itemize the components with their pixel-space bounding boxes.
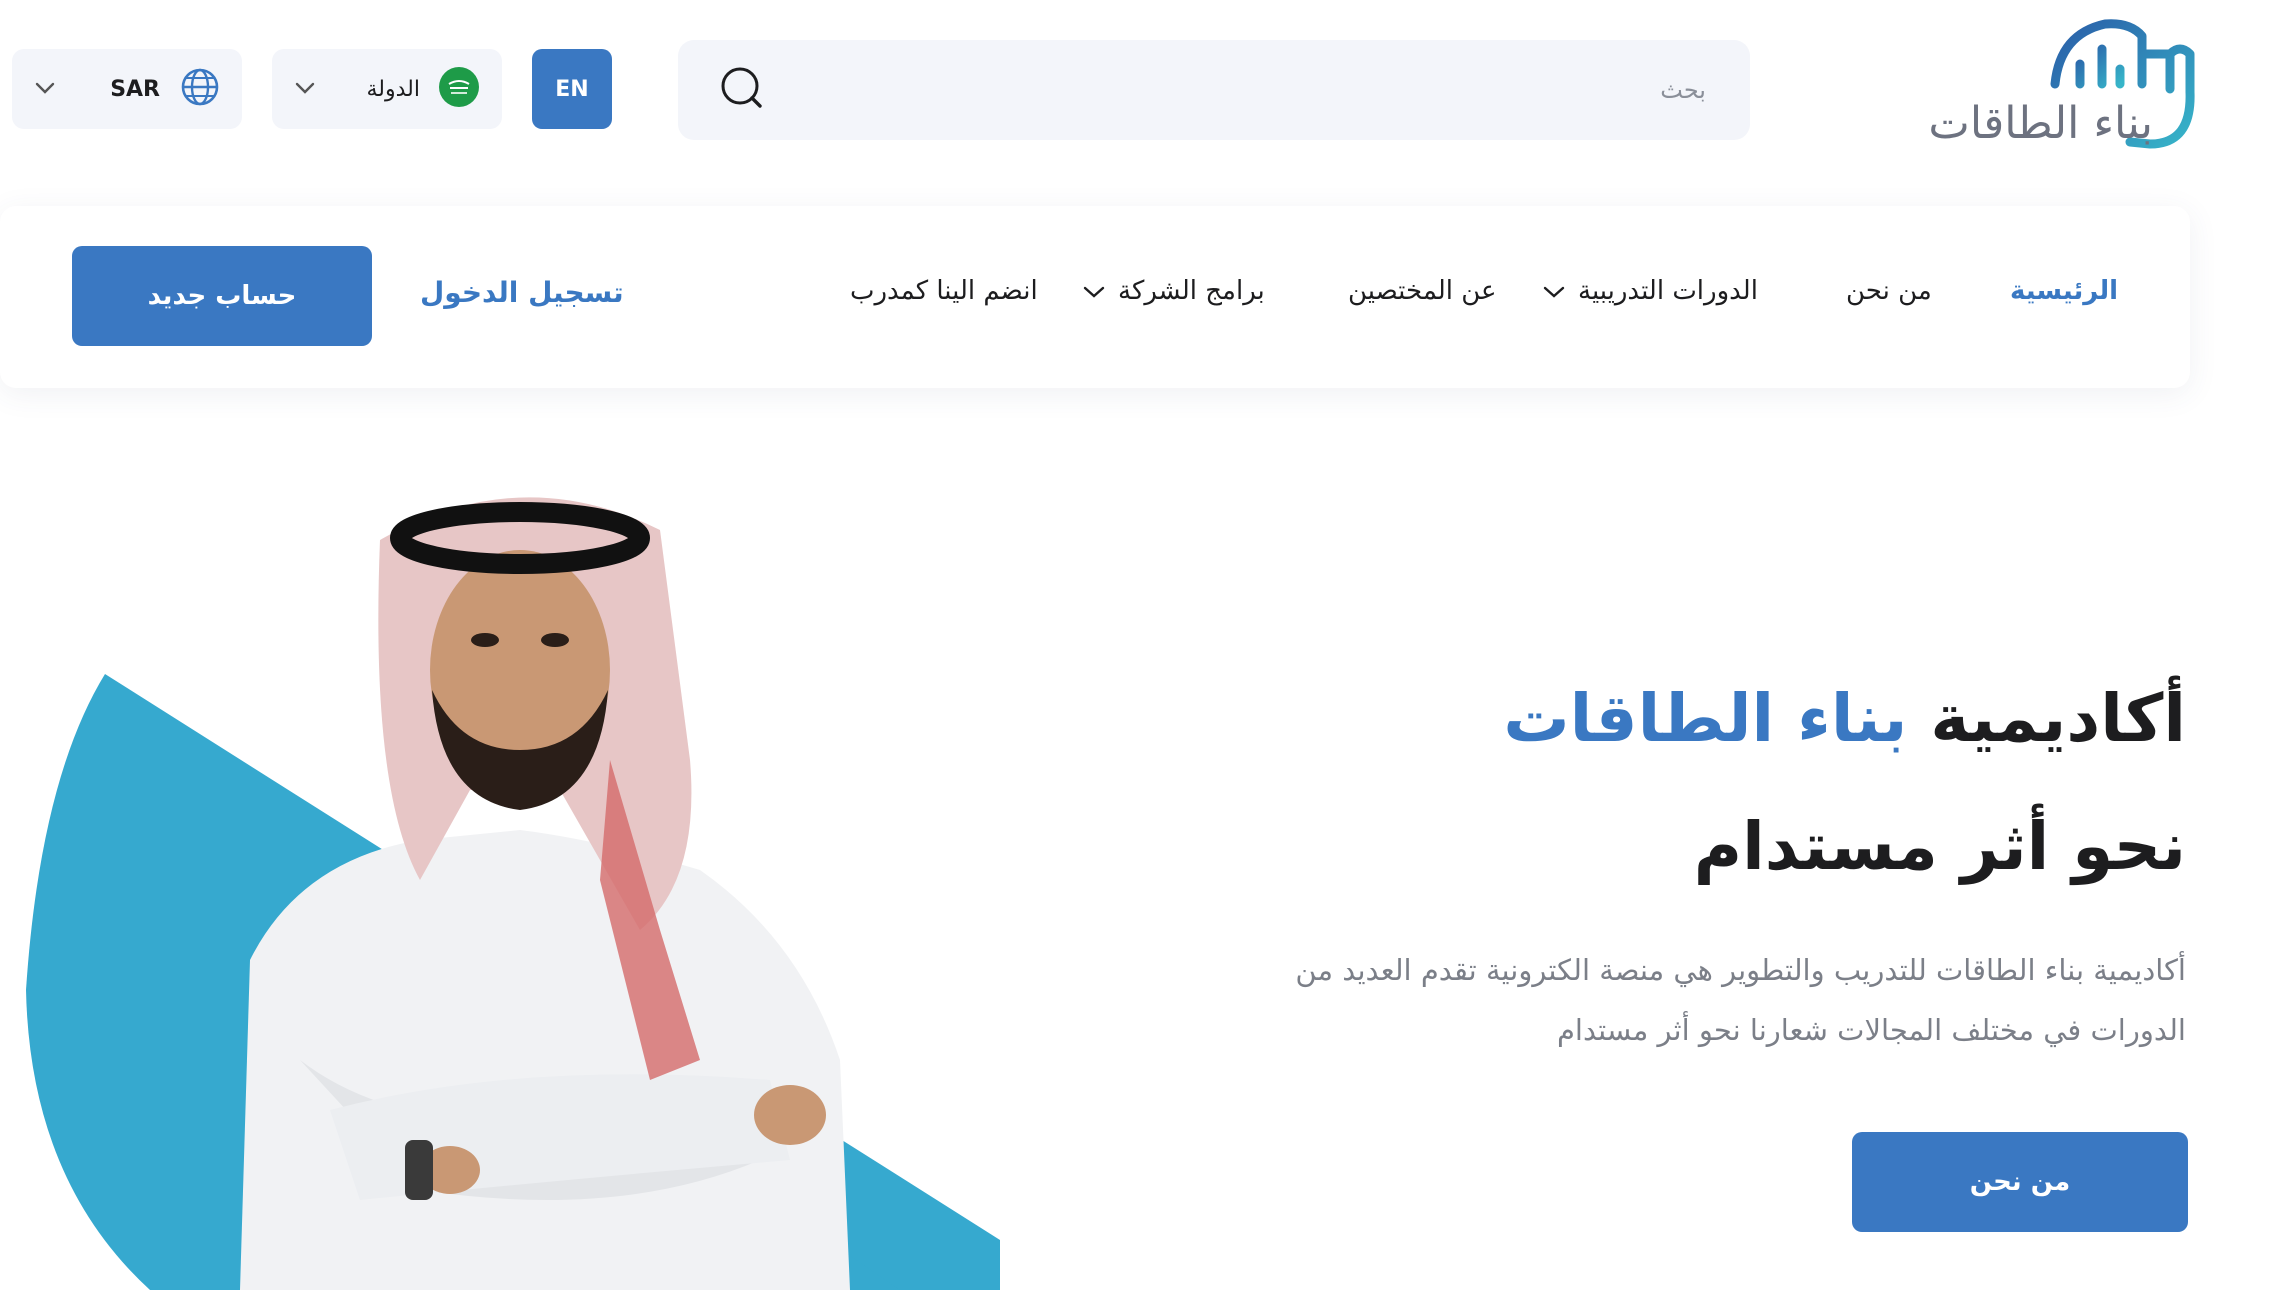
nav-company-programs-label: برامج الشركة xyxy=(1118,276,1265,306)
country-label: الدولة xyxy=(366,76,421,102)
hero-title: أكاديمية بناء الطاقات xyxy=(1503,680,2186,757)
signup-button[interactable]: حساب جديد xyxy=(72,246,372,346)
currency-label: SAR xyxy=(110,76,160,102)
country-selector[interactable]: الدولة xyxy=(272,49,502,129)
search-input[interactable] xyxy=(1004,75,1708,105)
nav-experts-label: عن المختصين xyxy=(1348,276,1497,306)
language-toggle-button[interactable]: EN xyxy=(532,49,612,129)
login-link[interactable]: تسجيل الدخول xyxy=(420,276,624,309)
chevron-down-icon xyxy=(34,80,56,99)
search-bar[interactable] xyxy=(678,40,1750,140)
search-icon[interactable] xyxy=(718,64,766,116)
chevron-down-icon xyxy=(294,80,316,99)
nav-about-label: من نحن xyxy=(1846,276,1932,306)
logo-text: بناء الطاقات xyxy=(1928,98,2153,149)
globe-icon xyxy=(180,67,220,111)
hero-title-prefix: أكاديمية xyxy=(1930,680,2186,757)
hero-title-accent: بناء الطاقات xyxy=(1503,680,1908,757)
nav-about[interactable]: من نحن xyxy=(1846,276,1932,306)
chevron-down-icon xyxy=(1542,276,1566,306)
nav-home[interactable]: الرئيسية xyxy=(2010,276,2118,306)
nav-join-trainer[interactable]: انضم الينا كمدرب xyxy=(850,276,1038,306)
nav-company-programs[interactable]: برامج الشركة xyxy=(1082,276,1265,306)
chevron-down-icon xyxy=(1082,276,1106,306)
saudi-flag-icon xyxy=(438,66,480,112)
hero-subtitle: نحو أثر مستدام xyxy=(1693,808,2186,885)
nav-courses[interactable]: الدورات التدريبية xyxy=(1542,276,1758,306)
hero-description: أكاديمية بناء الطاقات للتدريب والتطوير ه… xyxy=(1295,953,2186,1047)
currency-selector[interactable]: SAR xyxy=(12,49,242,129)
hero-image xyxy=(0,460,1060,1290)
nav-home-label: الرئيسية xyxy=(2010,276,2119,306)
about-us-button[interactable]: من نحن xyxy=(1852,1132,2188,1232)
nav-courses-label: الدورات التدريبية xyxy=(1578,276,1758,306)
nav-join-trainer-label: انضم الينا كمدرب xyxy=(850,276,1038,306)
nav-experts[interactable]: عن المختصين xyxy=(1348,276,1497,306)
